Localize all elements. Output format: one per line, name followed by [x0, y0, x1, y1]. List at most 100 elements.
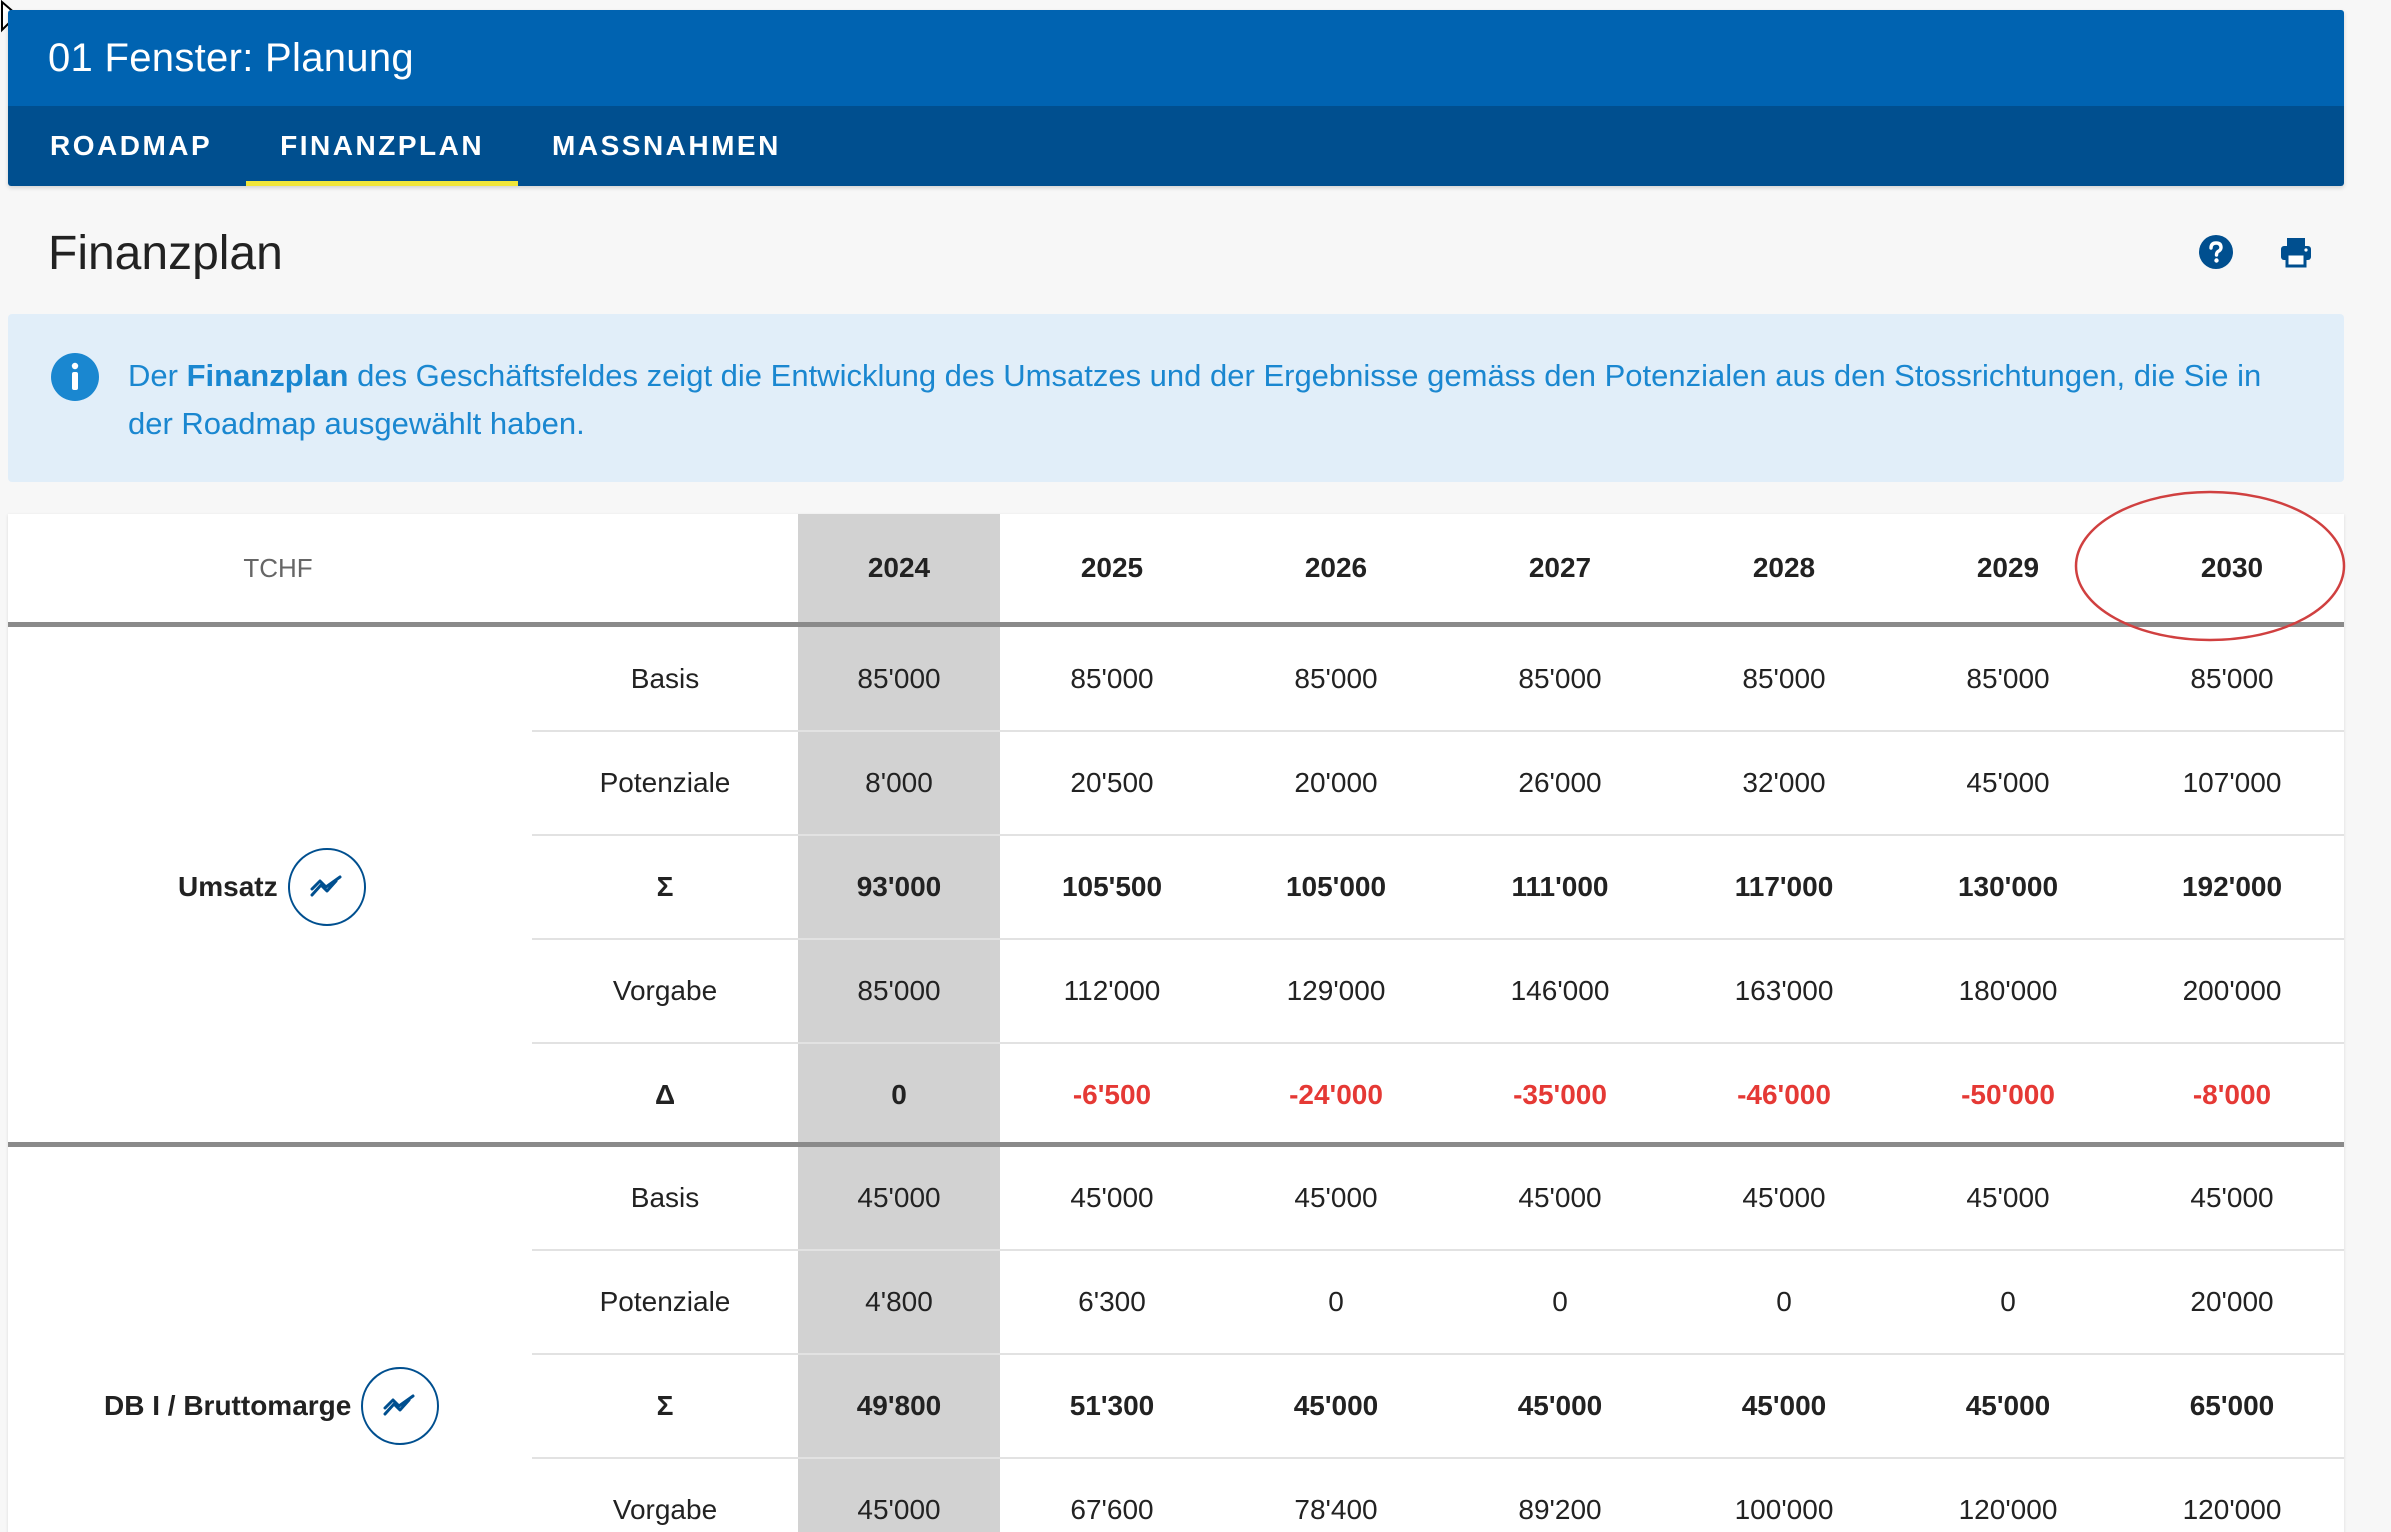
table-cell: 85'000: [1518, 663, 1602, 694]
window-title: 01 Fenster: Planung: [8, 10, 2344, 106]
table-cell: 0: [1328, 1286, 1344, 1317]
table-cell: -8'000: [2192, 1079, 2272, 1110]
row-label: Σ: [656, 871, 674, 902]
table-cell: 45'000: [1966, 1182, 2050, 1213]
table-cell: 85'000: [2190, 663, 2274, 694]
table-cell: -50'000: [1961, 1079, 2055, 1110]
tab-finanzplan[interactable]: FINANZPLAN: [246, 106, 518, 186]
year-header-2024: 2024: [867, 552, 931, 583]
row-label: Potenziale: [599, 1286, 731, 1317]
help-button[interactable]: [2196, 232, 2236, 272]
info-circle-icon: [51, 353, 99, 401]
table-cell: 0: [2000, 1286, 2016, 1317]
year-header-2028: 2028: [1752, 552, 1816, 583]
table-cell: 8'000: [865, 767, 933, 798]
info-text: Der Finanzplan des Geschäftsfeldes zeigt…: [128, 352, 2304, 448]
table-cell: -6'500: [1072, 1079, 1152, 1110]
year-header-2026: 2026: [1304, 552, 1368, 583]
app-header: 01 Fenster: Planung ROADMAP FINANZPLAN M…: [8, 10, 2344, 186]
group-umsatz: Umsatz: [178, 847, 366, 927]
year-header-2025: 2025: [1080, 552, 1144, 583]
table-cell: 105'500: [1061, 871, 1163, 902]
trend-chart-icon: [383, 1394, 415, 1416]
table-cell: 85'000: [1966, 663, 2050, 694]
row-label: Σ: [656, 1390, 674, 1421]
row-label: Basis: [630, 1182, 700, 1213]
table-cell: 45'000: [1070, 1182, 1154, 1213]
table-cell: 45'000: [1517, 1390, 1603, 1421]
table-cell: 67'600: [1070, 1494, 1154, 1525]
table-cell: 26'000: [1518, 767, 1602, 798]
table-cell: 45'000: [857, 1494, 941, 1525]
table-cell: 51'300: [1069, 1390, 1155, 1421]
table-cell: -24'000: [1289, 1079, 1383, 1110]
table-cell: 45'000: [1966, 767, 2050, 798]
printer-icon: [2281, 238, 2311, 268]
row-label: Vorgabe: [612, 1494, 718, 1525]
table-cell: -35'000: [1513, 1079, 1607, 1110]
trend-chart-button[interactable]: [287, 848, 366, 926]
table-cell: 45'000: [1965, 1390, 2051, 1421]
info-box: Der Finanzplan des Geschäftsfeldes zeigt…: [8, 314, 2344, 482]
table-cell: 65'000: [2189, 1390, 2275, 1421]
finance-table: TCHF 2024 2025 2026 2027 2028 2029 2030 Basis 85'…: [8, 514, 2344, 1532]
info-text-bold: Finanzplan: [186, 358, 349, 393]
app-root: 01 Fenster: Planung ROADMAP FINANZPLAN M…: [0, 0, 2391, 1532]
table-cell: 49'800: [856, 1390, 942, 1421]
table-cell: 0: [1776, 1286, 1792, 1317]
table-cell: 120'000: [2182, 1494, 2282, 1525]
table-cell: 45'000: [1741, 1390, 1827, 1421]
table-cell: 45'000: [2190, 1182, 2274, 1213]
info-text-after: des Geschäftsfeldes zeigt die Entwicklun…: [128, 358, 2262, 441]
table-cell: 129'000: [1286, 975, 1386, 1006]
table-cell: 0: [891, 1079, 907, 1110]
row-label: Vorgabe: [612, 975, 718, 1006]
tab-roadmap[interactable]: ROADMAP: [16, 106, 246, 186]
group-label-text: DB I / Bruttomarge: [104, 1390, 352, 1421]
print-button[interactable]: [2276, 232, 2316, 272]
table-cell: 0: [1552, 1286, 1568, 1317]
table-cell: 107'000: [2182, 767, 2282, 798]
table-cell: 45'000: [1293, 1390, 1379, 1421]
trend-chart-button[interactable]: [361, 1367, 440, 1445]
table-cell: 111'000: [1511, 871, 1609, 902]
table-cell: 105'000: [1285, 871, 1387, 902]
table-cell: 120'000: [1958, 1494, 2058, 1525]
year-header-2030: 2030: [2200, 552, 2264, 583]
table-cell: 45'000: [857, 1182, 941, 1213]
table-cell: 117'000: [1734, 871, 1834, 902]
table-cell: 130'000: [1957, 871, 2059, 902]
row-label: Δ: [654, 1079, 676, 1110]
table-cell: 93'000: [856, 871, 942, 902]
year-header-2029: 2029: [1976, 552, 2040, 583]
info-text-before: Der: [128, 358, 187, 393]
table-cell: 100'000: [1734, 1494, 1834, 1525]
table-cell: 146'000: [1510, 975, 1610, 1006]
table-cell: 192'000: [2181, 871, 2283, 902]
table-cell: 85'000: [857, 663, 941, 694]
group-label-text: Umsatz: [178, 871, 278, 902]
table-cell: -46'000: [1737, 1079, 1831, 1110]
table-cell: 85'000: [1070, 663, 1154, 694]
table-cell: 78'400: [1294, 1494, 1378, 1525]
table-cell: 85'000: [1742, 663, 1826, 694]
table-cell: 89'200: [1518, 1494, 1602, 1525]
table-cell: 20'000: [2190, 1286, 2274, 1317]
table-cell: 45'000: [1518, 1182, 1602, 1213]
table-cell: 112'000: [1063, 975, 1161, 1006]
page-title: Finanzplan: [48, 227, 283, 280]
unit-label: TCHF: [243, 552, 313, 583]
table-cell: 200'000: [2182, 975, 2282, 1006]
table-cell: 20'000: [1294, 767, 1378, 798]
table-cell: 45'000: [1742, 1182, 1826, 1213]
table-cell: 85'000: [857, 975, 941, 1006]
table-cell: 6'300: [1078, 1286, 1146, 1317]
table-cell: 4'800: [865, 1286, 933, 1317]
group-divider: [8, 1142, 2344, 1147]
year-header-2027: 2027: [1528, 552, 1592, 583]
trend-chart-icon: [310, 875, 342, 897]
table-cell: 20'500: [1070, 767, 1154, 798]
group-bruttomarge: DB I / Bruttomarge: [104, 1366, 440, 1446]
tab-massnahmen[interactable]: MASSNAHMEN: [518, 106, 815, 186]
row-label: Basis: [630, 663, 700, 694]
